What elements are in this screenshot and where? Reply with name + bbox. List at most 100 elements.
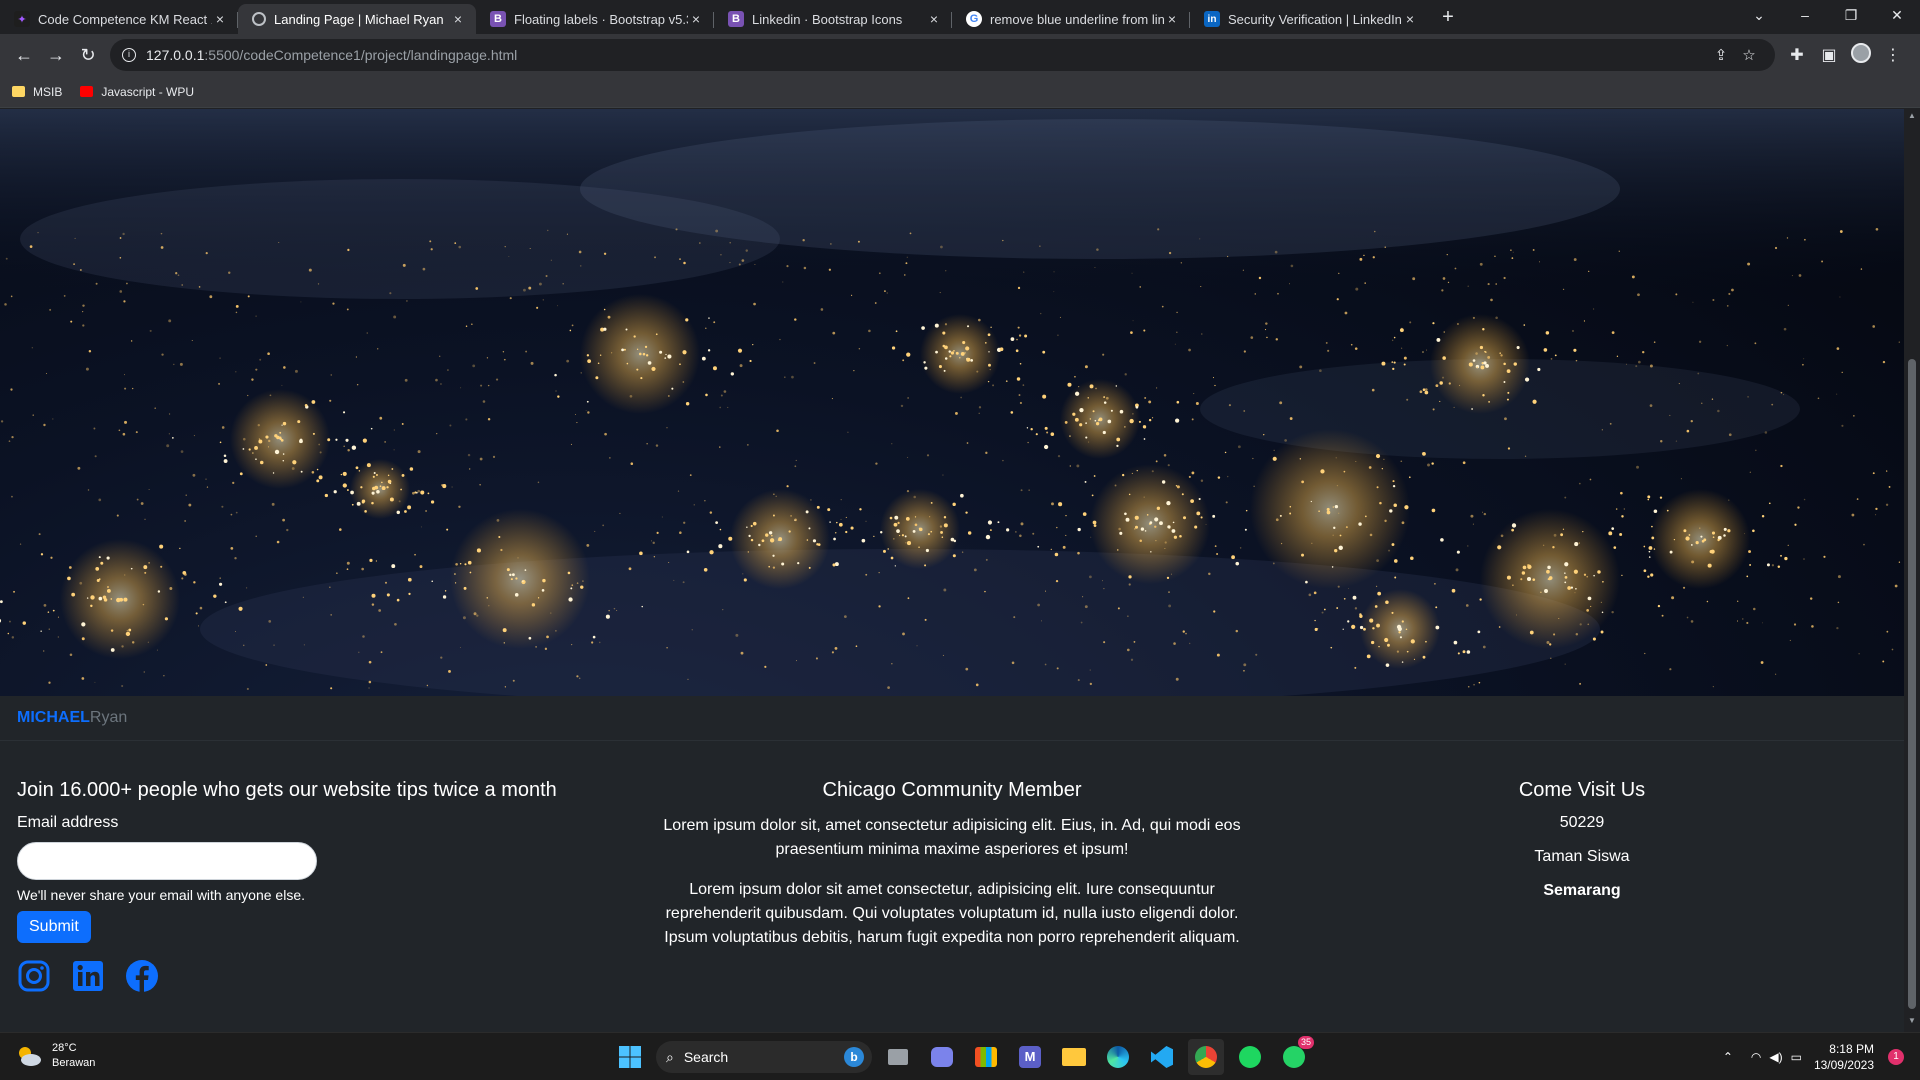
microsoft-store-icon[interactable]	[968, 1039, 1004, 1075]
close-icon[interactable]: ×	[450, 11, 466, 27]
tab-title: Security Verification | LinkedIn	[1228, 11, 1402, 27]
menu-icon[interactable]: ⋮	[1877, 45, 1909, 65]
share-icon[interactable]: ⇪	[1707, 46, 1735, 64]
instagram-icon[interactable]	[17, 959, 51, 993]
url-host: 127.0.0.1	[146, 47, 205, 63]
minimize-button[interactable]: –	[1782, 0, 1828, 32]
address-bar[interactable]: i 127.0.0.1:5500/codeCompetence1/project…	[110, 39, 1775, 71]
taskbar-apps: ⌕ Search b M 35	[612, 1036, 1314, 1075]
chevron-up-icon[interactable]: ⌃	[1723, 1050, 1733, 1064]
weather-widget[interactable]: 28°C Berawan	[16, 1041, 95, 1071]
bookmark-label: Javascript - WPU	[101, 84, 195, 99]
tab-linkedin-verification[interactable]: in Security Verification | LinkedIn ×	[1190, 4, 1428, 34]
new-tab-button[interactable]: +	[1434, 4, 1462, 32]
tab-title: remove blue underline from link	[990, 11, 1164, 27]
youtube-icon	[80, 86, 94, 97]
brand-first-name[interactable]: MICHAEL	[17, 709, 90, 727]
tab-search-icon[interactable]: ⌄	[1736, 0, 1782, 32]
visit-column: Come Visit Us 50229 Taman Siswa Semarang	[1450, 779, 1714, 916]
community-paragraph-2: Lorem ipsum dolor sit amet consectetur, …	[664, 881, 1240, 946]
scroll-down-icon[interactable]: ▼	[1904, 1016, 1920, 1030]
facebook-icon[interactable]	[125, 959, 159, 993]
tab-google-search[interactable]: G remove blue underline from link ×	[952, 4, 1190, 34]
side-panel-icon[interactable]: ▣	[1813, 45, 1845, 65]
bookmark-javascript-wpu[interactable]: Javascript - WPU	[80, 85, 194, 99]
tab-title: Code Competence KM React 1 –	[38, 11, 212, 27]
tab-title: Floating labels · Bootstrap v5.3	[514, 11, 688, 27]
partly-cloudy-icon	[16, 1045, 42, 1067]
tab-title: Landing Page | Michael Ryan	[274, 11, 444, 27]
bookmark-msib[interactable]: MSIB	[12, 85, 62, 99]
close-window-button[interactable]: ✕	[1874, 0, 1920, 32]
system-tray: ⌃ ◠ ◀) ▭ 8:18 PM 13/09/2023 1	[1723, 1039, 1904, 1075]
tab-code-competence[interactable]: ✦ Code Competence KM React 1 – ×	[0, 4, 238, 34]
notification-badge[interactable]: 1	[1888, 1049, 1904, 1065]
bootstrap-icon: B	[728, 11, 744, 27]
bing-icon[interactable]: b	[844, 1047, 864, 1067]
whatsapp-icon[interactable]: 35	[1276, 1036, 1314, 1075]
bookmarks-bar: MSIB Javascript - WPU	[0, 76, 1920, 108]
scrollbar-thumb[interactable]	[1908, 359, 1916, 1009]
extensions-icon[interactable]: ✚	[1781, 45, 1813, 65]
email-help-text: We'll never share your email with anyone…	[17, 887, 305, 903]
community-column: Chicago Community Member Lorem ipsum dol…	[655, 779, 1249, 966]
social-links	[17, 959, 637, 993]
browser-tabstrip: ✦ Code Competence KM React 1 – × Landing…	[0, 0, 1920, 34]
visual-studio-icon[interactable]: M	[1012, 1039, 1048, 1075]
close-icon[interactable]: ×	[688, 11, 704, 27]
forward-button[interactable]: →	[40, 39, 72, 71]
linkedin-icon: in	[1204, 11, 1220, 27]
community-heading: Chicago Community Member	[822, 779, 1082, 801]
clock[interactable]: 8:18 PM 13/09/2023	[1814, 1041, 1874, 1073]
battery-icon[interactable]: ▭	[1791, 1050, 1802, 1064]
folder-icon	[12, 86, 25, 97]
wifi-icon[interactable]: ◠	[1751, 1050, 1761, 1064]
email-label: Email address	[17, 814, 119, 831]
page-scrollbar[interactable]: ▲ ▼	[1904, 109, 1920, 1032]
reload-button[interactable]: ↻	[72, 39, 104, 71]
edge-icon[interactable]	[1100, 1039, 1136, 1075]
task-view-icon[interactable]	[880, 1039, 916, 1075]
whatsapp-badge: 35	[1297, 1036, 1314, 1049]
close-icon[interactable]: ×	[926, 11, 942, 27]
footer-brand-bar: MICHAEL Ryan	[0, 696, 1904, 741]
tab-floating-labels[interactable]: B Floating labels · Bootstrap v5.3 ×	[476, 4, 714, 34]
profile-avatar[interactable]	[1845, 42, 1877, 68]
visit-heading: Come Visit Us	[1518, 779, 1646, 801]
clock-date: 13/09/2023	[1813, 1058, 1874, 1072]
back-button[interactable]: ←	[8, 39, 40, 71]
start-button[interactable]	[612, 1039, 648, 1075]
restore-button[interactable]: ❐	[1828, 0, 1874, 32]
newsletter-heading: Join 16.000+ people who gets our website…	[17, 779, 557, 801]
close-icon[interactable]: ×	[1402, 11, 1418, 27]
spotify-icon[interactable]	[1232, 1039, 1268, 1075]
window-controls: ⌄ – ❐ ✕	[1736, 0, 1920, 32]
tab-landing-page[interactable]: Landing Page | Michael Ryan ×	[238, 4, 476, 34]
bootstrap-icon: B	[490, 11, 506, 27]
close-icon[interactable]: ×	[212, 11, 228, 27]
brand-last-name[interactable]: Ryan	[90, 709, 127, 727]
scroll-up-icon[interactable]: ▲	[1904, 111, 1920, 125]
teams-chat-icon[interactable]	[924, 1039, 960, 1075]
volume-icon[interactable]: ◀)	[1769, 1050, 1782, 1064]
tab-title: Linkedin · Bootstrap Icons	[752, 11, 903, 27]
tab-linkedin-icons[interactable]: B Linkedin · Bootstrap Icons ×	[714, 4, 952, 34]
footer: Join 16.000+ people who gets our website…	[0, 741, 1904, 1032]
chrome-icon[interactable]	[1188, 1039, 1224, 1075]
vscode-icon[interactable]	[1144, 1039, 1180, 1075]
search-label: Search	[683, 1049, 729, 1065]
close-icon[interactable]: ×	[1164, 11, 1180, 27]
google-icon: G	[966, 11, 982, 27]
submit-button[interactable]: Submit	[17, 911, 91, 943]
hero-earth-night-image	[0, 109, 1904, 696]
newsletter-column: Join 16.000+ people who gets our website…	[17, 779, 637, 993]
browser-toolbar: ← → ↻ i 127.0.0.1:5500/codeCompetence1/p…	[0, 34, 1920, 76]
taskbar-search[interactable]: ⌕ Search b	[656, 1041, 872, 1073]
bookmark-star-icon[interactable]: ☆	[1735, 46, 1763, 64]
email-input[interactable]	[17, 842, 317, 880]
info-icon[interactable]: i	[122, 48, 136, 62]
bookmark-label: MSIB	[33, 84, 63, 99]
file-explorer-icon[interactable]	[1056, 1039, 1092, 1075]
windows-taskbar: 28°C Berawan ⌕ Search b M 35 ⌃ ◠ ◀) ▭ 8:…	[0, 1032, 1920, 1080]
linkedin-icon[interactable]	[71, 959, 105, 993]
